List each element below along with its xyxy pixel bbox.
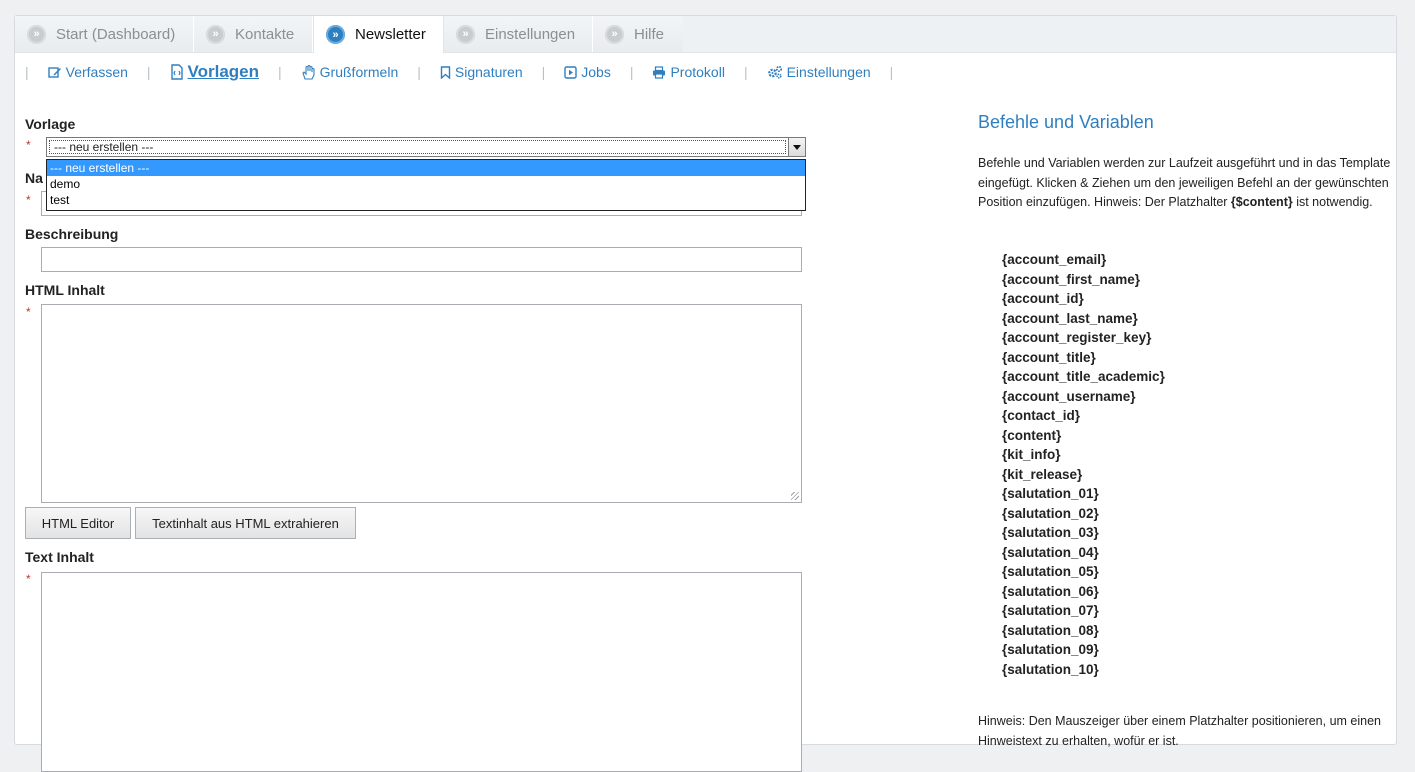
dropdown-arrow-icon[interactable] [788,138,805,156]
bookmark-icon [440,65,451,79]
chevron-right-icon: » [605,24,624,44]
commands-sidebar: Befehle und Variablen Befehle und Variab… [978,112,1396,748]
variable-item[interactable]: {salutation_08} [1002,621,1165,641]
nav-separator: | [146,64,151,80]
chevron-right-icon: » [27,24,46,44]
nav-separator: | [25,64,29,80]
variable-item[interactable]: {content} [1002,426,1165,446]
variable-item[interactable]: {salutation_01} [1002,484,1165,504]
resize-handle-icon[interactable] [791,492,799,500]
variable-item[interactable]: {account_title} [1002,348,1165,368]
main-tabbar: » Start (Dashboard) » Kontakte » Newslet… [15,16,1396,53]
html-inhalt-label: HTML Inhalt [25,282,105,298]
variable-item[interactable]: {salutation_02} [1002,504,1165,524]
required-marker: * [26,138,31,152]
nav-separator: | [629,64,634,80]
subnav-vorlagen[interactable]: Vorlagen [170,62,259,82]
tab-newsletter[interactable]: » Newsletter [313,16,444,53]
chevron-right-icon: » [456,24,475,44]
sidebar-title: Befehle und Variablen [978,112,1154,132]
nav-separator: | [541,64,546,80]
variable-item[interactable]: {salutation_09} [1002,640,1165,660]
required-marker: * [26,193,31,207]
nav-separator: | [889,64,894,80]
variable-item[interactable]: {salutation_05} [1002,562,1165,582]
dropdown-option-demo[interactable]: demo [47,176,805,192]
sidebar-hint: Hinweis: Den Mauszeiger über einem Platz… [978,714,1381,748]
variable-item[interactable]: {salutation_10} [1002,660,1165,680]
variable-item[interactable]: {account_title_academic} [1002,367,1165,387]
name-label: Na [25,170,43,186]
subnav-label: Verfassen [65,64,128,80]
play-icon [564,65,577,79]
subnav-label: Einstellungen [786,64,871,80]
vorlage-dropdown-list: --- neu erstellen --- demo test [46,159,806,211]
tab-einstellungen[interactable]: » Einstellungen [444,16,593,52]
html-inhalt-textarea[interactable] [41,304,802,503]
chevron-right-icon: » [206,24,225,44]
nav-separator: | [278,64,282,80]
required-marker: * [26,572,31,586]
beschreibung-input[interactable] [41,247,802,272]
content-placeholder-text: {$content} [1230,195,1293,209]
variable-item[interactable]: {account_username} [1002,387,1165,407]
vorlage-selected-value: --- neu erstellen --- [49,140,786,154]
subnav-label: Protokoll [670,64,725,80]
subnav-label: Vorlagen [187,62,260,81]
nav-separator: | [743,64,748,80]
tab-label: Kontakte [235,25,295,43]
tab-label: Start (Dashboard) [56,25,176,43]
variable-item[interactable]: {account_id} [1002,289,1165,309]
extract-text-button[interactable]: Textinhalt aus HTML extrahieren [135,507,356,539]
tab-label: Einstellungen [485,25,576,43]
template-icon [170,64,183,80]
tab-start-dashboard[interactable]: » Start (Dashboard) [15,16,194,52]
subnav-label: Grußformeln [319,64,399,80]
variable-item[interactable]: {account_register_key} [1002,328,1165,348]
subnav-einstellungen[interactable]: Einstellungen [767,64,871,80]
print-icon [653,65,666,79]
variable-item[interactable]: {salutation_04} [1002,543,1165,563]
dropdown-option-test[interactable]: test [47,192,805,208]
edit-icon [47,66,61,78]
hand-icon [302,64,315,80]
text-inhalt-textarea[interactable] [41,572,802,772]
required-marker: * [26,305,31,319]
tab-hilfe[interactable]: » Hilfe [593,16,683,52]
subnav-label: Signaturen [454,64,523,80]
subnav-label: Jobs [581,64,611,80]
variable-item[interactable]: {salutation_03} [1002,523,1165,543]
sidebar-description: Befehle und Variablen werden zur Laufzei… [978,154,1396,213]
nav-separator: | [417,64,421,80]
vorlage-label: Vorlage [25,116,76,132]
variable-item[interactable]: {contact_id} [1002,406,1165,426]
description-text-end: ist notwendig. [1292,195,1373,209]
subnav-grussformeln[interactable]: Grußformeln [301,64,399,80]
variable-list: {account_email} {account_first_name} {ac… [1002,250,1165,679]
subnav-verfassen[interactable]: Verfassen [47,64,128,80]
tab-label: Hilfe [634,25,665,43]
gears-icon [767,65,782,79]
main-panel: » Start (Dashboard) » Kontakte » Newslet… [14,15,1397,772]
variable-item[interactable]: {salutation_07} [1002,601,1165,621]
tab-kontakte[interactable]: » Kontakte [194,16,313,52]
sub-navigation: | Verfassen | Vorlagen | Grußformeln | S… [25,62,912,82]
vorlage-select[interactable]: --- neu erstellen --- [46,137,806,157]
subnav-protokoll[interactable]: Protokoll [652,64,725,80]
variable-item[interactable]: {salutation_06} [1002,582,1165,602]
subnav-signaturen[interactable]: Signaturen [440,64,523,80]
html-editor-button[interactable]: HTML Editor [25,507,131,539]
variable-item[interactable]: {account_first_name} [1002,270,1165,290]
variable-item[interactable]: {account_email} [1002,250,1165,270]
subnav-jobs[interactable]: Jobs [564,64,611,80]
tab-label: Newsletter [355,26,426,43]
dropdown-option-neu-erstellen[interactable]: --- neu erstellen --- [47,160,805,176]
chevron-right-icon: » [326,25,345,44]
variable-item[interactable]: {account_last_name} [1002,309,1165,329]
variable-item[interactable]: {kit_info} [1002,445,1165,465]
variable-item[interactable]: {kit_release} [1002,465,1165,485]
beschreibung-label: Beschreibung [25,226,119,242]
text-inhalt-label: Text Inhalt [25,549,94,565]
